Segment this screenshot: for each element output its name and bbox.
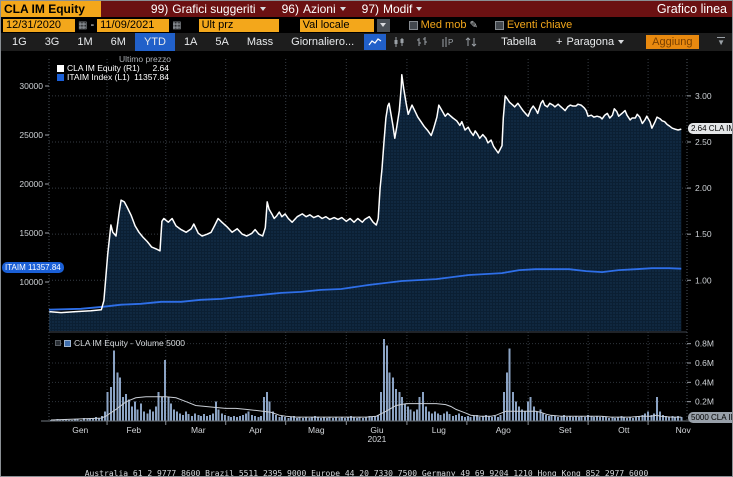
index-series-swatch <box>57 73 64 81</box>
svg-text:P: P <box>448 38 453 47</box>
price-type-input[interactable]: Ult prz <box>198 18 279 32</box>
svg-text:0.4M: 0.4M <box>695 377 714 387</box>
svg-text:15000: 15000 <box>19 228 43 238</box>
svg-text:Mag: Mag <box>308 425 325 435</box>
menu-item-number: 97) <box>361 2 379 16</box>
svg-text:Lug: Lug <box>432 425 446 435</box>
chevron-down-icon <box>618 40 625 44</box>
range-1m[interactable]: 1M <box>68 33 101 51</box>
svg-text:Gen: Gen <box>72 425 88 435</box>
svg-text:0.2M: 0.2M <box>695 397 714 407</box>
svg-text:30000: 30000 <box>19 81 43 91</box>
function-title: Grafico linea <box>656 2 727 16</box>
med-mob-checkbox[interactable] <box>408 20 418 30</box>
calendar-icon[interactable]: ▦ <box>172 19 181 32</box>
currency-select[interactable]: Val locale <box>299 18 374 32</box>
period-giornaliero[interactable]: Giornaliero... <box>282 33 363 51</box>
svg-text:2.00: 2.00 <box>695 183 712 193</box>
volume-legend-label: CLA IM Equity - Volume 5000 <box>74 338 186 348</box>
ohlc-bar-chart-icon[interactable] <box>412 34 434 50</box>
date-to-input[interactable]: 11/09/2021 <box>97 18 170 32</box>
range-mass[interactable]: Mass <box>238 33 282 51</box>
svg-text:2021: 2021 <box>367 434 386 444</box>
terminal-footer: Australia 61 2 9777 8600 Brazil 5511 239… <box>1 447 732 477</box>
range-1a[interactable]: 1A <box>175 33 206 51</box>
svg-text:Mar: Mar <box>191 425 206 435</box>
eventi-chiave-checkbox[interactable] <box>494 20 504 30</box>
panel-collapse-icon[interactable]: ▼ <box>717 37 725 47</box>
chevron-down-icon <box>259 7 266 11</box>
menu-item-number: 96) <box>281 2 299 16</box>
svg-text:20000: 20000 <box>19 179 43 189</box>
date-from-input[interactable]: 12/31/2020 <box>3 18 75 32</box>
menu-item-label: Grafici suggeriti <box>172 2 256 16</box>
pencil-icon[interactable]: ✎ <box>469 20 477 31</box>
menu-modif[interactable]: 97) Modif <box>354 2 431 16</box>
range-3g[interactable]: 3G <box>36 33 69 51</box>
menu-grafici-suggeriti[interactable]: 99) Grafici suggeriti <box>143 2 274 16</box>
aggiung-input[interactable]: Aggiung <box>646 35 699 49</box>
price-series-swatch <box>57 64 64 72</box>
svg-text:Feb: Feb <box>127 425 142 435</box>
legend-label: ITAIM Index (L1) <box>67 72 130 82</box>
candlestick-chart-icon[interactable] <box>388 34 410 50</box>
volume-legend[interactable]: CLA IM Equity - Volume 5000 <box>55 338 185 348</box>
legend-row-index[interactable]: ITAIM Index (L1) 11357.84 <box>57 72 169 82</box>
volume-last-value-bubble: 5000 CLA IM <box>688 412 732 423</box>
svg-text:Nov: Nov <box>676 425 692 435</box>
eventi-chiave-label: Eventi chiave <box>506 19 573 31</box>
plus-icon: + <box>556 36 563 48</box>
svg-text:1.50: 1.50 <box>695 229 712 239</box>
chevron-down-icon <box>416 7 423 11</box>
sort-arrows-icon[interactable] <box>460 34 482 50</box>
svg-text:0.8M: 0.8M <box>695 339 714 349</box>
chart-options-bar: 12/31/2020 ▦ - 11/09/2021 ▦ Ult prz Val … <box>1 17 732 33</box>
index-last-value-bubble: ITAIM 11357.84 <box>2 262 64 273</box>
date-separator: - <box>90 19 95 31</box>
svg-text:10000: 10000 <box>19 277 43 287</box>
paragona-label: Paragona <box>566 36 615 48</box>
svg-text:0.6M: 0.6M <box>695 358 714 368</box>
chevron-down-icon <box>339 7 346 11</box>
footer-phone-line: Australia 61 2 9777 8600 Brazil 5511 239… <box>84 469 649 477</box>
range-1g[interactable]: 1G <box>3 33 36 51</box>
chevron-down-icon <box>380 23 387 27</box>
menu-item-label: Modif <box>382 2 413 16</box>
calendar-icon[interactable]: ▦ <box>78 19 87 32</box>
menu-item-label: Azioni <box>302 2 336 16</box>
price-volume-chart[interactable]: 1.00 1.50 2.00 2.50 3.00 10000 15000 20000 25000… <box>1 51 733 447</box>
svg-text:Ago: Ago <box>496 425 511 435</box>
svg-text:1.00: 1.00 <box>695 275 712 285</box>
currency-dropdown-button[interactable] <box>376 18 390 32</box>
chart-area: 1.00 1.50 2.00 2.50 3.00 10000 15000 20000 25000… <box>1 51 733 447</box>
menu-item-number: 99) <box>150 2 169 16</box>
svg-text:3.00: 3.00 <box>695 91 712 101</box>
volume-checkbox[interactable] <box>55 340 61 346</box>
chart-toolbar: 1G 3G 1M 6M YTD 1A 5A Mass Giornaliero..… <box>1 33 732 51</box>
volume-swatch <box>64 339 71 347</box>
svg-text:Ott: Ott <box>618 425 630 435</box>
range-ytd[interactable]: YTD <box>134 33 175 51</box>
bloomberg-terminal-window: CLA IM Equity 99) Grafici suggeriti 96) … <box>0 0 733 477</box>
menu-azioni[interactable]: 96) Azioni <box>274 2 354 16</box>
security-ticker-field[interactable]: CLA IM Equity <box>1 1 101 17</box>
price-last-value-bubble: 2.64 CLA IM <box>688 123 732 134</box>
svg-text:Apr: Apr <box>249 425 262 435</box>
svg-text:2.50: 2.50 <box>695 137 712 147</box>
paragona-button[interactable]: + Paragona <box>546 36 634 48</box>
tabella-button[interactable]: Tabella <box>491 36 546 48</box>
line-chart-icon[interactable] <box>364 34 387 50</box>
bar-p-chart-icon[interactable]: P <box>436 34 458 50</box>
med-mob-label: Med mob <box>420 19 467 31</box>
legend-value: 11357.84 <box>134 72 169 82</box>
svg-text:Set: Set <box>559 425 572 435</box>
range-5a[interactable]: 5A <box>206 33 237 51</box>
top-menu-bar: CLA IM Equity 99) Grafici suggeriti 96) … <box>1 1 732 17</box>
svg-text:25000: 25000 <box>19 130 43 140</box>
range-6m[interactable]: 6M <box>102 33 135 51</box>
